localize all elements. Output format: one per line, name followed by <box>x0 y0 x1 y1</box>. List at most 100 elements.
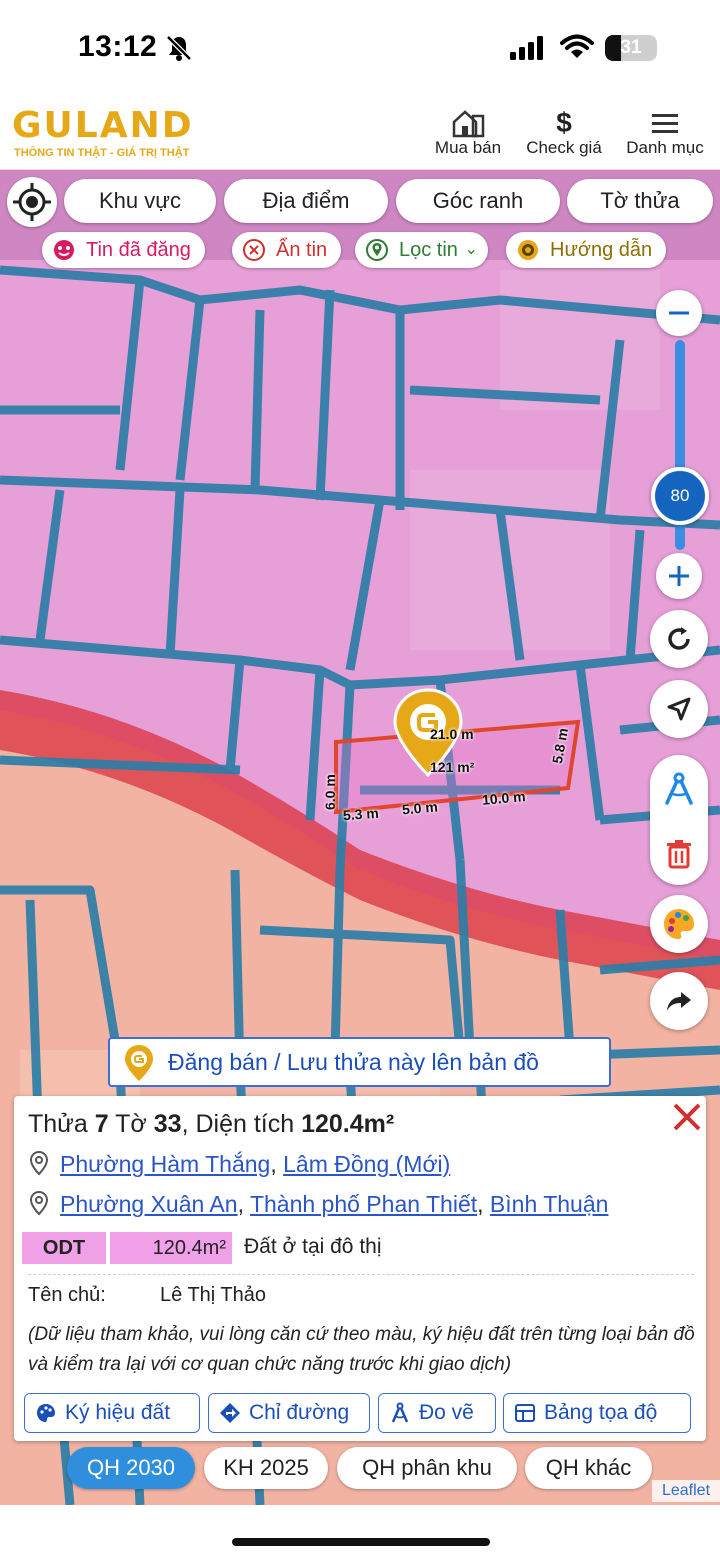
owner-name: Lê Thị Thảo <box>160 1284 267 1306</box>
palette-icon <box>37 1404 55 1422</box>
dollar-icon: $ <box>556 107 572 138</box>
measure-draw-label: Đo vẽ <box>419 1401 474 1424</box>
share-button[interactable] <box>650 972 708 1030</box>
guland-pin-icon <box>125 1045 153 1081</box>
guland-logo[interactable]: GULAND <box>12 108 194 144</box>
bottom-safe-area <box>0 1505 720 1560</box>
pin-icon <box>366 239 388 261</box>
share-arrow-icon <box>667 992 691 1011</box>
home-indicator[interactable] <box>232 1538 490 1546</box>
sheet-number: 33 <box>153 1110 182 1138</box>
parcel-area: 120.4m² <box>301 1110 395 1138</box>
land-code-badge: ODT <box>22 1232 106 1264</box>
table-icon <box>515 1404 535 1422</box>
wifi-icon <box>560 34 594 58</box>
edge-length-top: 21.0 m <box>430 726 474 742</box>
post-listing-banner[interactable]: Đăng bán / Lưu thửa này lên bản đồ <box>108 1037 611 1087</box>
hide-listings-filter[interactable]: Ẩn tin <box>232 232 342 268</box>
minus-icon <box>669 311 689 315</box>
coordinate-table-button[interactable]: Bảng tọa độ <box>503 1393 691 1433</box>
land-symbol-label: Ký hiệu đất <box>65 1401 171 1424</box>
x-circle-icon <box>243 239 265 261</box>
directions-icon <box>220 1403 240 1423</box>
posted-listings-label: Tin đã đăng <box>86 239 191 261</box>
tab-kh-2025[interactable]: KH 2025 <box>204 1447 328 1489</box>
compass-draw-icon[interactable] <box>661 771 697 807</box>
directions-label: Chỉ đường <box>249 1401 350 1424</box>
trash-icon[interactable] <box>665 839 693 869</box>
edge-length-left: 6.0 m <box>322 774 338 810</box>
land-area-badge: 120.4m² <box>110 1232 232 1264</box>
zoom-out-button[interactable] <box>656 290 702 336</box>
bell-slash-icon <box>166 35 192 61</box>
ward-new-link[interactable]: Phường Hàm Thắng <box>60 1151 270 1177</box>
edge-length-bottom-mid: 5.0 m <box>401 798 439 818</box>
battery-indicator: 31 <box>605 35 657 61</box>
tab-qh-2030[interactable]: QH 2030 <box>67 1447 195 1489</box>
menu-icon <box>652 114 678 133</box>
draw-tool-group <box>650 755 708 885</box>
buy-sell-button[interactable]: Mua bán <box>432 108 504 158</box>
plus-icon <box>669 566 689 586</box>
area-chip[interactable]: Khu vực <box>64 179 216 223</box>
parcel-area-label: 121 m² <box>430 759 475 775</box>
lot-prefix: Thửa <box>28 1110 95 1138</box>
chevron-down-icon: ⌄ <box>464 241 478 258</box>
leaflet-attribution[interactable]: Leaflet <box>652 1480 720 1502</box>
smiley-icon <box>54 240 74 260</box>
corner-boundary-chip[interactable]: Góc ranh <box>396 179 560 223</box>
province-new-link[interactable]: Lâm Đồng (Mới) <box>283 1151 450 1177</box>
coordinate-table-label: Bảng tọa độ <box>544 1401 658 1424</box>
signal-icon <box>510 36 543 60</box>
battery-percent: 31 <box>620 37 642 58</box>
house-icon <box>452 110 485 138</box>
locate-me-button[interactable] <box>7 177 57 227</box>
buy-sell-label: Mua bán <box>434 138 502 157</box>
filter-listings-dropdown[interactable]: Lọc tin ⌄ <box>355 232 488 268</box>
ward-old-link[interactable]: Phường Xuân An <box>60 1191 238 1217</box>
sheet-lot-chip[interactable]: Tờ thửa <box>567 179 713 223</box>
compass-draw-icon <box>391 1402 409 1423</box>
refresh-icon <box>668 627 690 650</box>
area-prefix: , Diện tích <box>181 1110 302 1138</box>
zoom-slider-handle[interactable]: 80 <box>651 467 709 525</box>
edge-length-bottom-left: 5.3 m <box>342 804 380 824</box>
hide-listings-label: Ẩn tin <box>276 239 328 261</box>
menu-label: Danh mục <box>626 138 704 157</box>
province-old-link[interactable]: Bình Thuận <box>490 1191 609 1217</box>
guide-label: Hướng dẫn <box>550 239 653 261</box>
logo-tagline: THÔNG TIN THẬT - GIÁ TRỊ THẬT <box>14 147 190 159</box>
posted-listings-filter[interactable]: Tin đã đăng <box>42 232 205 268</box>
palette-icon <box>664 909 694 939</box>
sheet-prefix: Tờ <box>108 1110 154 1138</box>
guide-button[interactable]: Hướng dẫn <box>506 232 667 268</box>
tab-qh-phan-khu[interactable]: QH phân khu <box>337 1447 517 1489</box>
check-price-label: Check giá <box>526 138 602 157</box>
status-time: 13:12 <box>78 30 158 63</box>
location-pin-icon <box>29 1150 49 1176</box>
parcel-title: Thửa 7 Tờ 33, Diện tích 120.4m² <box>28 1110 394 1139</box>
lot-number: 7 <box>94 1110 109 1138</box>
address-old: Phường Xuân An, Thành phố Phan Thiết, Bì… <box>28 1190 608 1218</box>
directions-button[interactable]: Chỉ đường <box>208 1393 370 1433</box>
status-bar: 13:12 31 <box>0 0 720 96</box>
address-new: Phường Hàm Thắng, Lâm Đồng (Mới) <box>28 1150 450 1178</box>
divider <box>28 1274 694 1275</box>
map-style-button[interactable] <box>650 895 708 953</box>
land-type-description: Đất ở tại đô thị <box>244 1235 382 1258</box>
menu-button[interactable]: Danh mục <box>622 108 708 158</box>
navigate-button[interactable] <box>650 680 708 738</box>
crosshair-icon <box>13 183 51 221</box>
measure-draw-button[interactable]: Đo vẽ <box>378 1393 496 1433</box>
owner-label: Tên chủ: <box>28 1284 106 1306</box>
disclaimer-text: (Dữ liệu tham khảo, vui lòng căn cứ theo… <box>28 1324 695 1375</box>
zoom-in-button[interactable] <box>656 553 702 599</box>
tab-qh-khac[interactable]: QH khác <box>525 1447 652 1489</box>
refresh-button[interactable] <box>650 610 708 668</box>
city-old-link[interactable]: Thành phố Phan Thiết <box>250 1191 477 1217</box>
close-icon[interactable] <box>670 1100 704 1134</box>
location-pin-icon <box>29 1190 49 1216</box>
place-chip[interactable]: Địa điểm <box>224 179 388 223</box>
land-symbol-button[interactable]: Ký hiệu đất <box>24 1393 200 1433</box>
check-price-button[interactable]: $ Check giá <box>522 107 606 158</box>
